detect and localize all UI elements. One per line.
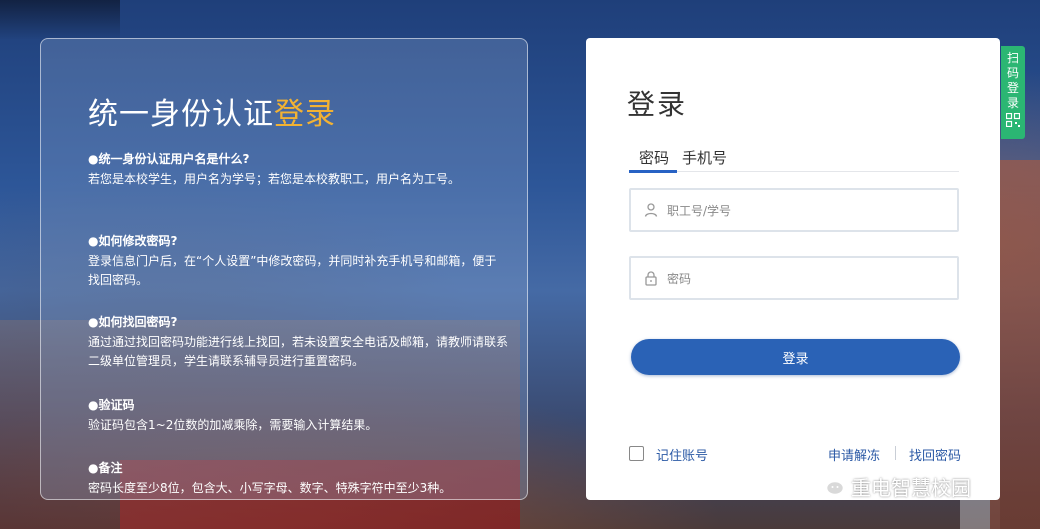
login-title: 登录 xyxy=(627,88,688,121)
faq-question: ●如何找回密码? xyxy=(88,315,178,329)
active-tab-indicator xyxy=(629,170,677,173)
watermark-text: 重电智慧校园 xyxy=(851,476,971,500)
help-panel-title: 统一身份认证登录 xyxy=(88,89,336,133)
user-icon xyxy=(644,203,658,217)
faq-answer: 密码长度至少8位，包含大、小写字母、数字、特殊字符中至少3种。 xyxy=(88,481,452,495)
faq-item: ●如何修改密码? 登录信息门户后，在“个人设置”中修改密码，并同时补充手机号和邮… xyxy=(88,232,508,290)
faq-item: ●如何找回密码? 通过通过找回密码功能进行线上找回，若未设置安全电话及邮箱，请教… xyxy=(88,313,508,371)
login-card: 登录 密码 手机号 登录 记住账号 申请解冻 找回密码 xyxy=(586,38,1000,500)
faq-answer: 验证码包含1~2位数的加减乘除，需要输入计算结果。 xyxy=(88,418,378,432)
faq-question: ●如何修改密码? xyxy=(88,234,178,248)
faq-question: ●验证码 xyxy=(88,398,135,412)
tab-phone[interactable]: 手机号 xyxy=(682,147,727,168)
tab-password[interactable]: 密码 xyxy=(639,147,669,168)
faq-question: ●备注 xyxy=(88,461,123,475)
faq-item: ●备注 密码长度至少8位，包含大、小写字母、数字、特殊字符中至少3种。 xyxy=(88,459,508,498)
wechat-icon xyxy=(815,474,845,496)
scan-login-tab[interactable]: 扫码登录 xyxy=(1001,46,1025,139)
login-button[interactable]: 登录 xyxy=(631,339,960,375)
remember-label[interactable]: 记住账号 xyxy=(656,445,708,464)
faq-item: ●统一身份认证用户名是什么? 若您是本校学生，用户名为学号；若您是本校教职工，用… xyxy=(88,150,508,189)
title-highlight: 登录 xyxy=(274,97,336,132)
unfreeze-link[interactable]: 申请解冻 xyxy=(828,445,880,464)
lock-icon xyxy=(645,271,657,286)
forgot-password-link[interactable]: 找回密码 xyxy=(909,445,961,464)
link-divider xyxy=(895,446,896,460)
help-panel: 统一身份认证登录 ●统一身份认证用户名是什么? 若您是本校学生，用户名为学号；若… xyxy=(40,38,528,500)
faq-answer: 登录信息门户后，在“个人设置”中修改密码，并同时补充手机号和邮箱，便于找回密码。 xyxy=(88,254,497,287)
qr-code-icon xyxy=(1006,113,1020,127)
faq-answer: 若您是本校学生，用户名为学号；若您是本校教职工，用户名为工号。 xyxy=(88,172,461,186)
username-field[interactable] xyxy=(629,188,959,232)
faq-question: ●统一身份认证用户名是什么? xyxy=(88,152,250,166)
title-main: 统一身份认证 xyxy=(88,97,274,132)
faq-answer: 通过通过找回密码功能进行线上找回，若未设置安全电话及邮箱，请教师请联系二级单位管… xyxy=(88,335,509,368)
login-tabs: 密码 手机号 xyxy=(629,143,959,173)
background-top-shadow xyxy=(0,0,120,40)
scan-login-label: 扫码登录 xyxy=(1006,51,1019,110)
faq-item: ●验证码 验证码包含1~2位数的加减乘除，需要输入计算结果。 xyxy=(88,396,508,435)
username-input[interactable] xyxy=(665,198,949,224)
password-field[interactable] xyxy=(629,256,959,300)
remember-checkbox[interactable] xyxy=(629,446,644,461)
password-input[interactable] xyxy=(665,266,949,292)
